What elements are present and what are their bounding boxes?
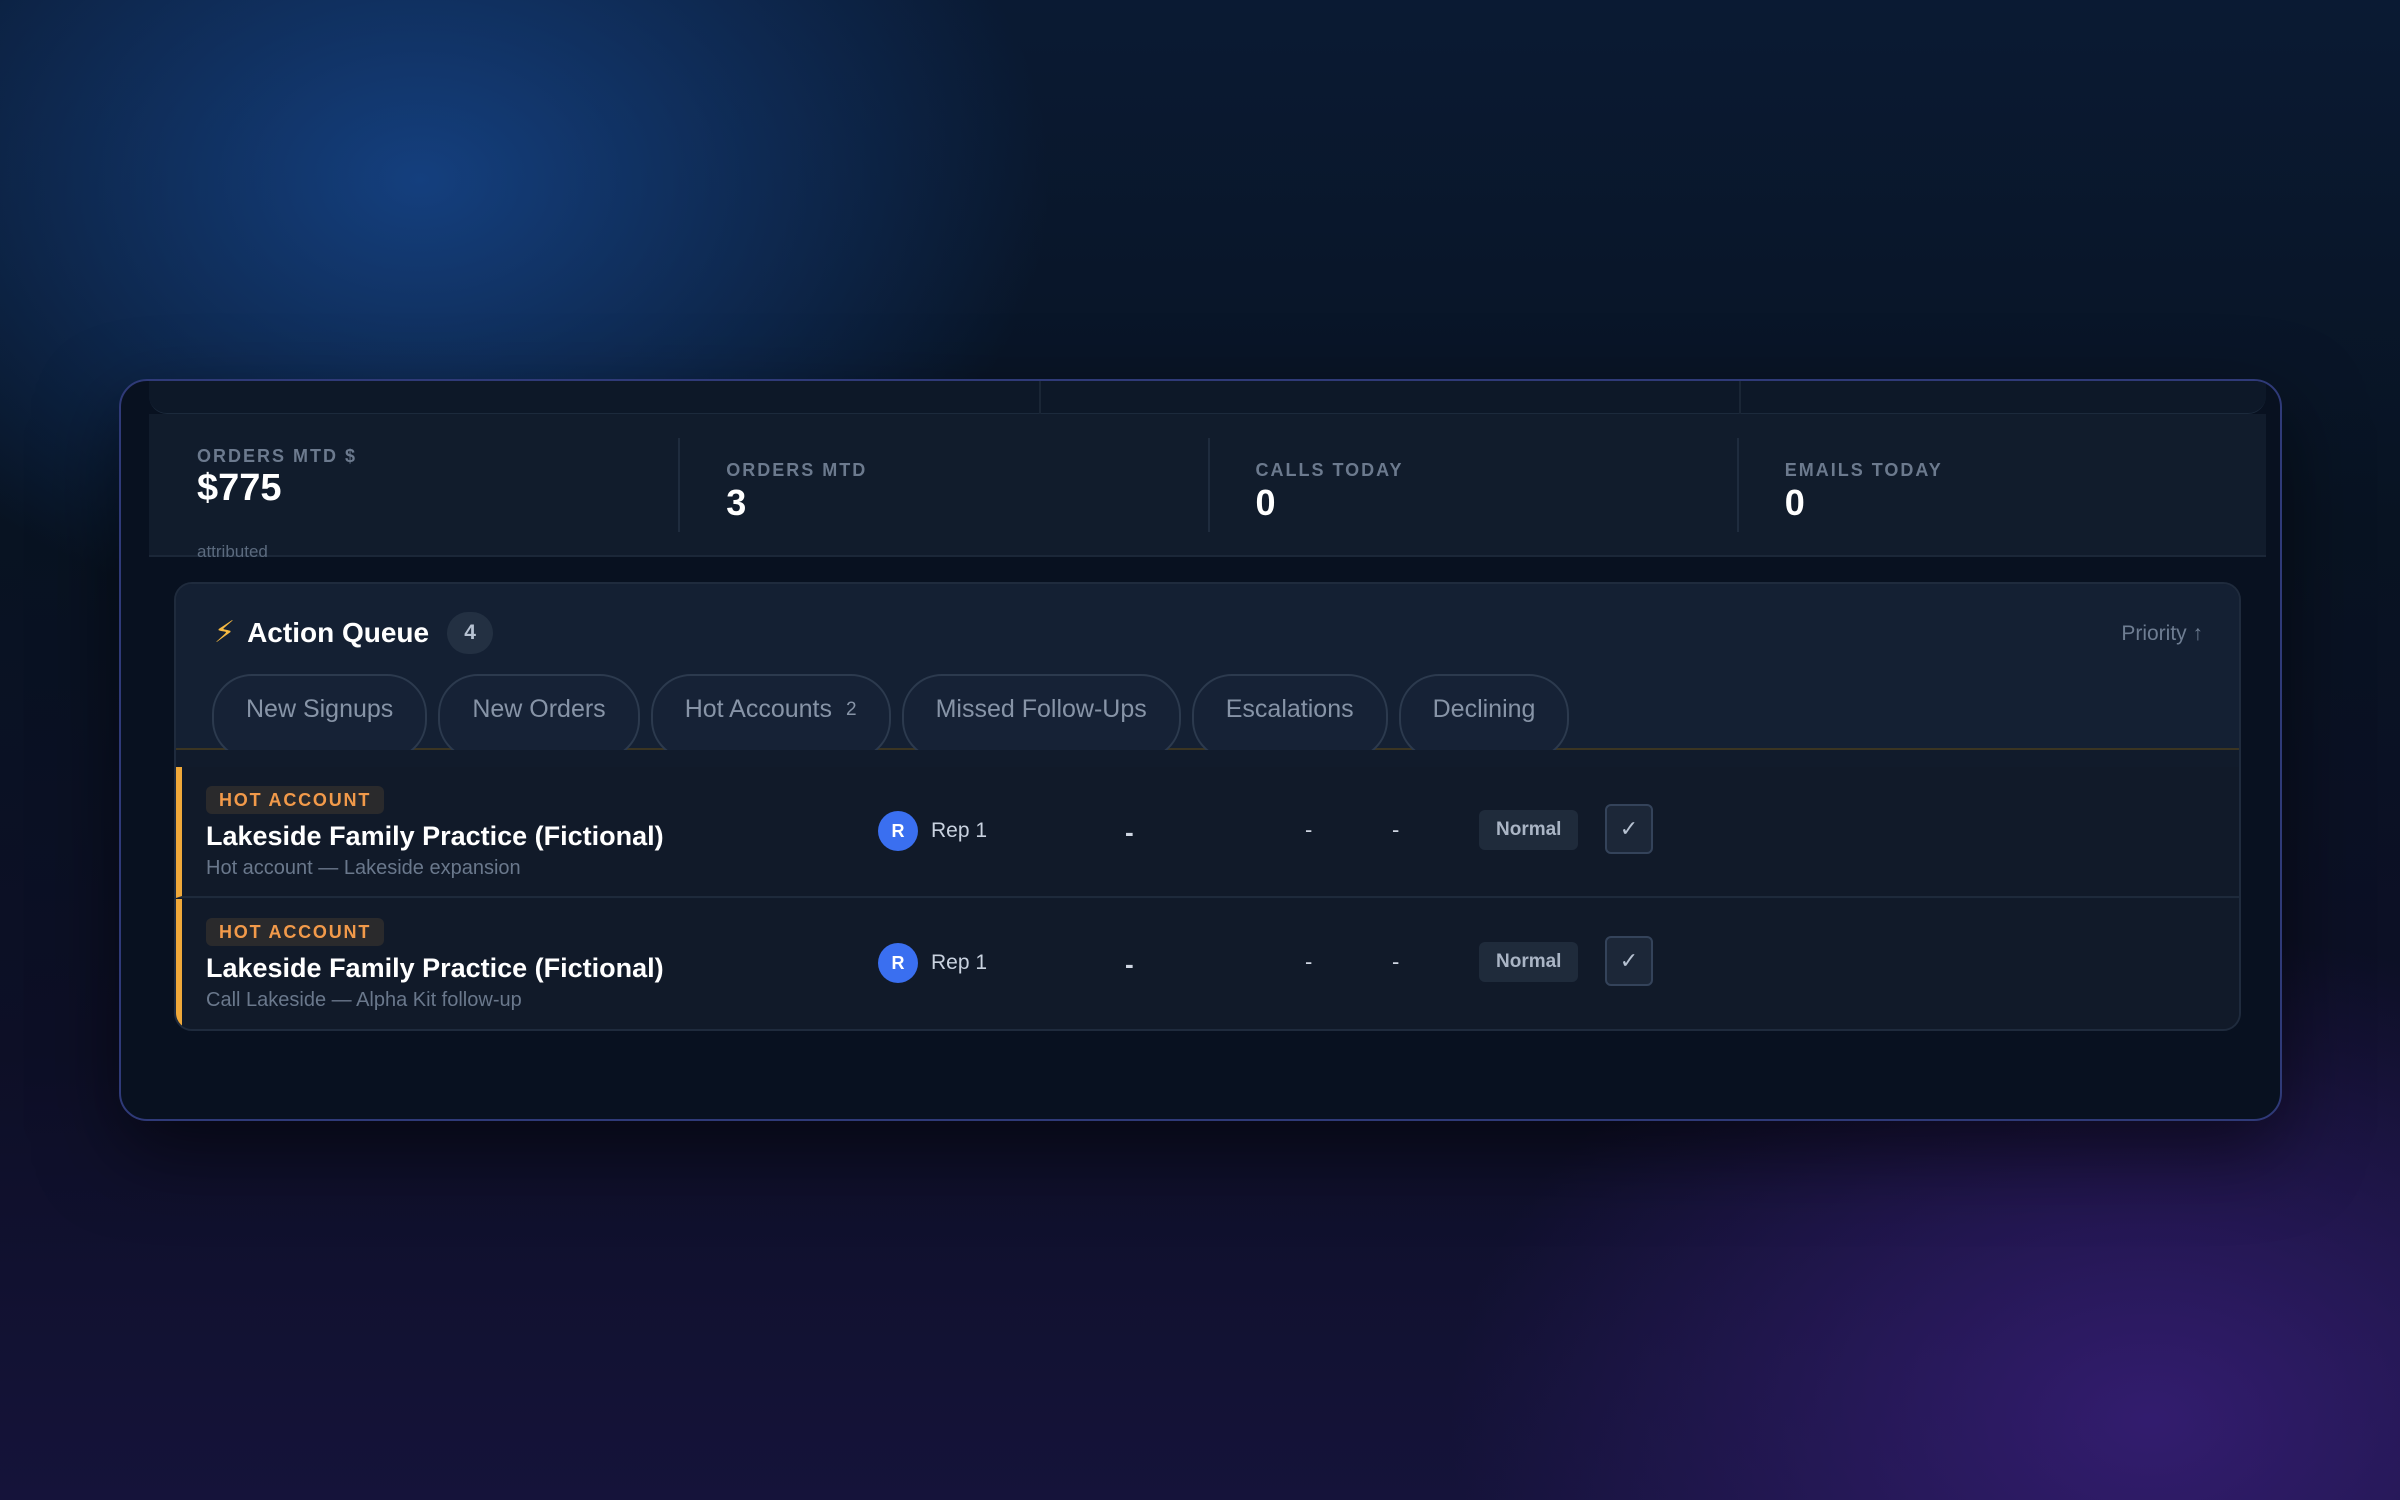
assigned-rep: R Rep 1: [878, 811, 987, 851]
tab-new-signups[interactable]: New Signups: [212, 674, 428, 750]
hot-account-tag: HOT ACCOUNT: [206, 918, 385, 946]
stat-label: ORDERS MTD $: [197, 446, 358, 466]
tab-label: New Signups: [246, 695, 394, 723]
queue-title-text: Action Queue: [247, 617, 430, 648]
top-strip: [149, 381, 2266, 414]
stat-label: CALLS TODAY: [1255, 460, 1404, 480]
stat-label: ORDERS MTD: [726, 460, 868, 480]
row-value-3: -: [1392, 817, 1400, 842]
row-value-2: -: [1305, 949, 1313, 974]
stat-orders-mtd-dollars: ORDERS MTD $ $775 attributed: [149, 414, 678, 561]
action-queue-header: ⚡ Action Queue 4 Priority ↑ New Signups …: [176, 584, 2239, 750]
row-note: Hot account — Lakeside expansion: [206, 857, 521, 879]
rep-name: Rep 1: [931, 951, 988, 974]
stat-orders-mtd: ORDERS MTD 3: [678, 414, 1207, 555]
tab-escalations[interactable]: Escalations: [1191, 674, 1388, 750]
stat-calls-today: CALLS TODAY 0: [1207, 414, 1737, 555]
account-name[interactable]: Lakeside Family Practice (Fictional): [206, 821, 664, 852]
row-value-2: -: [1305, 817, 1313, 842]
row-value-1: -: [1125, 949, 1134, 979]
stat-sub: attributed: [197, 542, 268, 561]
tab-hot-accounts[interactable]: Hot Accounts 2: [650, 674, 891, 750]
account-name[interactable]: Lakeside Family Practice (Fictional): [206, 953, 664, 984]
stat-value: 0: [1255, 482, 1276, 523]
stats-bar: ORDERS MTD $ $775 attributed ORDERS MTD …: [149, 414, 2266, 561]
action-queue-title: ⚡ Action Queue 4: [214, 612, 494, 654]
priority-badge[interactable]: Normal: [1479, 810, 1579, 850]
queue-count-badge: 4: [447, 612, 494, 654]
row-note: Call Lakeside — Alpha Kit follow-up: [206, 989, 522, 1011]
tab-missed-follow-ups[interactable]: Missed Follow-Ups: [901, 674, 1181, 750]
assigned-rep: R Rep 1: [878, 943, 987, 983]
lightning-bolt-icon: ⚡: [214, 616, 236, 649]
tab-label: New Orders: [472, 695, 606, 723]
rep-name: Rep 1: [931, 819, 988, 842]
stat-value: 3: [726, 482, 747, 523]
tab-label: Missed Follow-Ups: [935, 695, 1147, 723]
hot-account-tag: HOT ACCOUNT: [206, 786, 385, 814]
stat-label: EMAILS TODAY: [1784, 460, 1943, 480]
app-window: ORDERS MTD $ $775 attributed ORDERS MTD …: [119, 379, 2282, 1121]
stat-emails-today: EMAILS TODAY 0: [1736, 414, 2266, 555]
queue-row[interactable]: HOT ACCOUNT Lakeside Family Practice (Fi…: [176, 899, 2239, 1029]
tab-new-orders[interactable]: New Orders: [438, 674, 640, 750]
stat-value: 0: [1784, 482, 1805, 523]
action-queue-panel: ⚡ Action Queue 4 Priority ↑ New Signups …: [174, 582, 2241, 1031]
queue-filter-tabs: New Signups New Orders Hot Accounts 2 Mi…: [212, 674, 1570, 750]
priority-badge[interactable]: Normal: [1479, 942, 1579, 982]
tab-label: Escalations: [1225, 695, 1354, 723]
tab-label: Hot Accounts: [684, 695, 832, 723]
stat-value: $775: [197, 467, 282, 509]
tab-declining[interactable]: Declining: [1398, 674, 1570, 750]
tab-count-badge: 2: [846, 699, 857, 720]
check-icon[interactable]: ✓: [1605, 804, 1653, 854]
row-value-1: -: [1125, 817, 1134, 847]
tab-label: Declining: [1432, 695, 1536, 723]
check-icon[interactable]: ✓: [1605, 936, 1653, 986]
queue-row[interactable]: HOT ACCOUNT Lakeside Family Practice (Fi…: [176, 767, 2239, 898]
sort-priority-button[interactable]: Priority ↑: [2121, 622, 2203, 646]
avatar: R: [878, 943, 918, 983]
avatar: R: [878, 811, 918, 851]
row-value-3: -: [1392, 949, 1400, 974]
